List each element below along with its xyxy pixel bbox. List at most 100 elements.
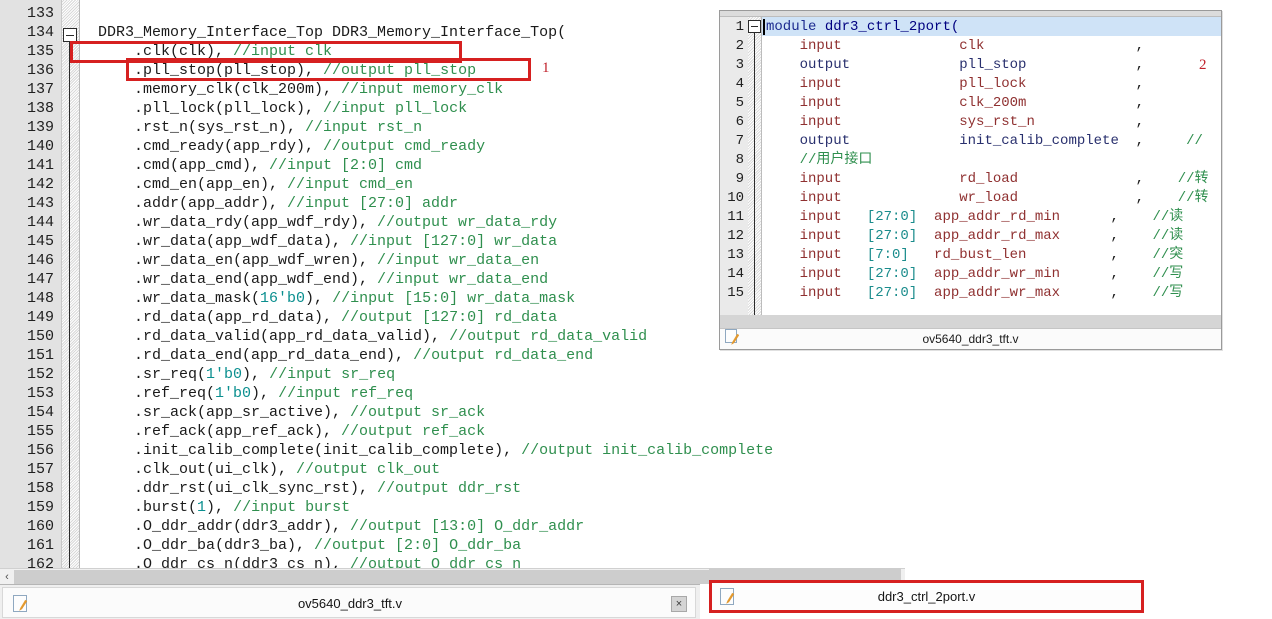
code-line[interactable]: .ref_req(1'b0), //input ref_req [98, 384, 413, 403]
right-fold-collapse-icon[interactable] [748, 20, 761, 33]
code-line[interactable]: //用户接口 [766, 151, 873, 170]
code-token: , [1060, 285, 1119, 301]
line-number: 149 [26, 309, 54, 326]
code-line[interactable]: output pll_stop , [766, 56, 1144, 75]
code-token: //写 [1118, 285, 1184, 301]
code-token: , [1026, 57, 1145, 73]
code-token: //input memory_clk [341, 81, 504, 98]
code-line[interactable]: .ddr_rst(ui_clk_sync_rst), //output ddr_… [98, 479, 521, 498]
right-panel-tab[interactable]: ov5640_ddr3_tft.v [720, 329, 1221, 349]
code-line[interactable]: .wr_data_en(app_wdf_wren), //input wr_da… [98, 251, 539, 270]
code-line[interactable]: .rd_data_valid(app_rd_data_valid), //out… [98, 327, 647, 346]
code-token: .ref_ack(app_ref_ack), [98, 423, 342, 440]
code-line[interactable]: .burst(1), //input burst [98, 498, 350, 517]
code-line[interactable]: .wr_data_rdy(app_wdf_rdy), //output wr_d… [98, 213, 557, 232]
right-panel-tab-icon [725, 327, 737, 345]
code-line[interactable]: .rd_data(app_rd_data), //output [127:0] … [98, 308, 557, 327]
code-token: //output O_ddr_cs_n [350, 556, 522, 568]
code-line[interactable]: input clk_200m , [766, 94, 1145, 113]
line-number: 150 [26, 328, 54, 345]
line-number: 134 [26, 24, 54, 41]
code-token: input [766, 190, 842, 206]
code-token: clk [841, 38, 985, 54]
code-line[interactable]: output init_calib_complete , // [766, 132, 1203, 151]
code-line[interactable]: .sr_ack(app_sr_active), //output sr_ack [98, 403, 485, 422]
line-number: 15 [727, 285, 744, 301]
line-number: 135 [26, 43, 54, 60]
code-line[interactable]: .pll_lock(pll_lock), //input pll_lock [98, 99, 467, 118]
code-line[interactable]: .wr_data_end(app_wdf_end), //input wr_da… [98, 270, 548, 289]
code-line[interactable]: module ddr3_ctrl_2port( [766, 18, 959, 37]
fold-collapse-icon[interactable] [63, 28, 77, 42]
code-line[interactable]: input [27:0] app_addr_wr_min , //写 [766, 265, 1184, 284]
code-line[interactable]: input pll_lock , [766, 75, 1145, 94]
code-line[interactable]: DDR3_Memory_Interface_Top DDR3_Memory_In… [98, 23, 566, 42]
code-line[interactable]: input [7:0] rd_bust_len , //突 [766, 246, 1184, 265]
code-line[interactable]: .cmd_en(app_en), //input cmd_en [98, 175, 413, 194]
right-code-editor[interactable]: 1 2 3 4 5 6 7 8 9 10 11 12 13 14 15 module ddr3_ctrl_2… [720, 17, 1221, 315]
code-token: app_addr_rd_min [917, 209, 1061, 225]
code-token: , [1026, 95, 1145, 111]
fold-guide-line [69, 42, 70, 568]
annotation-label-1: 1 [542, 60, 550, 76]
code-line[interactable]: input [27:0] app_addr_rd_max , //读 [766, 227, 1184, 246]
code-line[interactable]: .init_calib_complete(init_calib_complete… [98, 441, 773, 460]
code-line[interactable]: .O_ddr_addr(ddr3_addr), //output [13:0] … [98, 517, 584, 536]
code-token: .rst_n(sys_rst_n), [98, 119, 306, 136]
code-line[interactable]: .addr(app_addr), //input [27:0] addr [98, 194, 458, 213]
line-number: 148 [26, 290, 54, 307]
code-token: rd_load [841, 171, 1019, 187]
code-line[interactable]: .rst_n(sys_rst_n), //input rst_n [98, 118, 422, 137]
code-line[interactable]: .cmd(app_cmd), //input [2:0] cmd [98, 156, 422, 175]
line-number: 155 [26, 423, 54, 440]
bottom-tab-label-right: ddr3_ctrl_2port.v [877, 589, 976, 604]
code-line[interactable]: .O_ddr_ba(ddr3_ba), //output [2:0] O_ddr… [98, 536, 521, 555]
code-line[interactable]: input [27:0] app_addr_wr_max , //写 [766, 284, 1184, 303]
code-line[interactable]: input wr_load , //转 [766, 189, 1209, 208]
code-line[interactable]: input rd_load , //转 [766, 170, 1209, 189]
code-line[interactable]: .sr_req(1'b0), //input sr_req [98, 365, 395, 384]
close-icon[interactable]: × [671, 596, 687, 612]
code-token: //output rd_data_valid [449, 328, 648, 345]
code-line[interactable]: input [27:0] app_addr_rd_min , //读 [766, 208, 1184, 227]
code-token: [7:0] [866, 247, 909, 263]
code-token: , [984, 38, 1145, 54]
code-token: .wr_data_end(app_wdf_end), [98, 271, 378, 288]
code-line[interactable]: input sys_rst_n , [766, 113, 1144, 132]
bottom-tab-ddr3ctrl[interactable]: ddr3_ctrl_2port.v [712, 583, 1141, 610]
right-panel-tabstrip[interactable]: ov5640_ddr3_tft.v [720, 328, 1221, 349]
line-number: 147 [26, 271, 54, 288]
code-token: [27:0] [866, 285, 918, 301]
line-number: 136 [26, 62, 54, 79]
code-line[interactable]: .clk_out(ui_clk), //output clk_out [98, 460, 440, 479]
annotation-box-2 [70, 41, 462, 63]
code-token: .rd_data_end(app_rd_data_end), [98, 347, 414, 364]
code-token: //input [27:0] addr [287, 195, 459, 212]
code-token: //input pll_lock [323, 100, 468, 117]
code-line[interactable]: .O_ddr_cs_n(ddr3_cs_n), //output O_ddr_c… [98, 555, 521, 568]
right-fold-margin[interactable] [748, 17, 762, 315]
code-token: .sr_req( [98, 366, 207, 383]
code-line[interactable]: .cmd_ready(app_rdy), //output cmd_ready [98, 137, 485, 156]
code-token: 1 [197, 499, 207, 516]
code-line[interactable]: .wr_data_mask(16'b0), //input [15:0] wr_… [98, 289, 575, 308]
line-number: 143 [26, 195, 54, 212]
line-number: 4 [735, 76, 744, 92]
code-token: input [766, 114, 842, 130]
code-line[interactable]: input clk , [766, 37, 1145, 56]
code-line[interactable]: .ref_ack(app_ref_ack), //output ref_ack [98, 422, 485, 441]
code-token: //input [15:0] wr_data_mask [332, 290, 576, 307]
code-token: //input burst [233, 499, 351, 516]
code-line[interactable]: .rd_data_end(app_rd_data_end), //output … [98, 346, 593, 365]
code-token: input [766, 76, 842, 92]
bottom-tab-ov5640[interactable]: ov5640_ddr3_tft.v × [2, 587, 696, 618]
right-horizontal-scrollbar[interactable] [720, 315, 1221, 328]
code-line[interactable]: .wr_data(app_wdf_data), //input [127:0] … [98, 232, 557, 251]
scroll-left-arrow-icon[interactable]: ‹ [0, 569, 14, 585]
right-code-panel[interactable]: 1 2 3 4 5 6 7 8 9 10 11 12 13 14 15 module ddr3_ctrl_2… [719, 10, 1222, 350]
left-fold-margin[interactable] [62, 0, 80, 568]
code-token: .pll_lock(pll_lock), [98, 100, 324, 117]
code-token: wr_load [841, 190, 1019, 206]
code-line[interactable]: .memory_clk(clk_200m), //input memory_cl… [98, 80, 503, 99]
right-panel-tab-label: ov5640_ddr3_tft.v [922, 332, 1019, 346]
